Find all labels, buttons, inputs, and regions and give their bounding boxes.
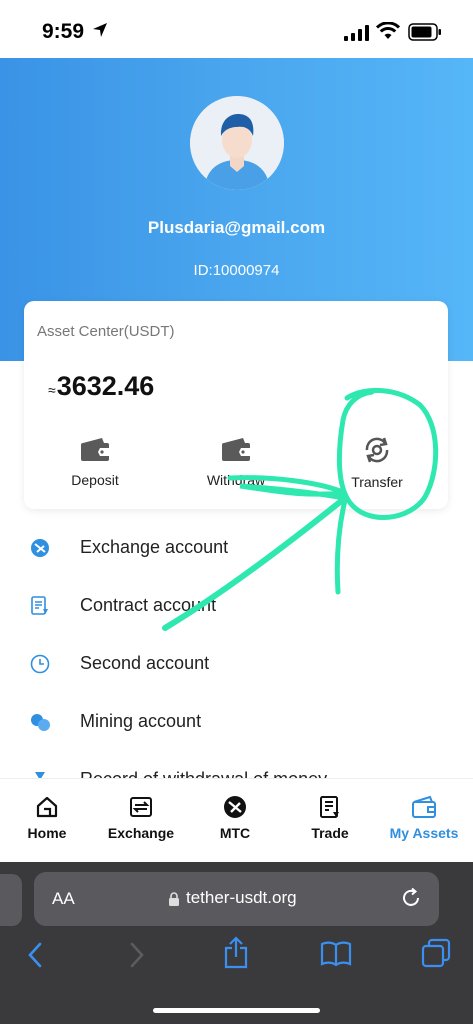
menu-item-exchange-account[interactable]: Exchange account: [0, 518, 473, 576]
wallet-icon: [222, 438, 250, 461]
tab-my-assets[interactable]: My Assets: [377, 795, 471, 843]
tab-label: My Assets: [389, 825, 459, 841]
address-bar[interactable]: AA tether-usdt.org: [34, 872, 439, 926]
forward-icon[interactable]: [128, 940, 146, 970]
mining-icon: [31, 714, 50, 731]
deposit-button[interactable]: Deposit: [40, 436, 150, 490]
bottom-tab-bar: Home Exchange MTC Trade My Assets: [0, 778, 473, 863]
exchange-account-icon: [31, 539, 49, 557]
tab-home[interactable]: Home: [0, 795, 94, 843]
trade-icon: [320, 796, 339, 818]
contract-account-icon: [31, 596, 48, 615]
status-time: 9:59: [42, 20, 85, 43]
tab-exchange[interactable]: Exchange: [94, 795, 188, 843]
menu-item-label: Mining account: [80, 711, 202, 731]
location-arrow-icon: [93, 23, 107, 37]
text-size-button[interactable]: AA: [52, 889, 75, 909]
transfer-button[interactable]: Transfer: [322, 436, 432, 492]
lock-icon: [169, 892, 179, 906]
home-icon: [36, 796, 58, 818]
menu-item-label: Exchange account: [80, 537, 229, 557]
balance-value: ≈3632.46: [48, 371, 155, 401]
menu-item-second-account[interactable]: Second account: [0, 634, 473, 692]
menu-item-label: Contract account: [80, 595, 217, 615]
tab-label: MTC: [219, 825, 251, 841]
menu-item-label: Second account: [80, 653, 210, 673]
exchange-icon: [130, 797, 152, 817]
transfer-icon: [365, 437, 389, 463]
avatar[interactable]: [190, 96, 284, 190]
cellular-signal-icon: [344, 25, 369, 41]
clock-icon: [30, 654, 50, 674]
wallet-icon: [412, 795, 436, 818]
user-email: Plusdaria@gmail.com: [147, 218, 326, 237]
tab-label: Trade: [311, 825, 349, 841]
user-avatar-icon: [190, 96, 284, 190]
withdraw-label: Withdraw: [206, 472, 266, 488]
menu-item-label: Record of withdrawal of money: [80, 769, 327, 778]
browser-toolbar: AA tether-usdt.org: [0, 862, 473, 1024]
tabs-icon[interactable]: [421, 938, 451, 968]
withdraw-button[interactable]: Withdraw: [181, 436, 291, 490]
menu-item-contract-account[interactable]: Contract account: [0, 576, 473, 634]
battery-icon: [408, 23, 441, 41]
share-icon[interactable]: [223, 936, 249, 970]
reload-icon[interactable]: [400, 887, 422, 909]
tab-label: Exchange: [107, 825, 175, 841]
deposit-label: Deposit: [71, 472, 119, 488]
hourglass-icon: [35, 772, 45, 778]
back-icon[interactable]: [26, 940, 44, 970]
menu-item-mining-account[interactable]: Mining account: [0, 692, 473, 750]
home-indicator: [153, 1008, 320, 1013]
mtc-icon: [224, 796, 246, 818]
wallet-icon: [81, 438, 109, 461]
status-bar: 9:59: [0, 0, 473, 60]
tab-mtc[interactable]: MTC: [188, 795, 282, 843]
tab-label: Home: [27, 825, 67, 841]
transfer-label: Transfer: [351, 474, 403, 490]
user-id: ID:10000974: [193, 262, 280, 279]
previous-tab-preview[interactable]: [0, 874, 22, 926]
tab-trade[interactable]: Trade: [283, 795, 377, 843]
bookmarks-icon[interactable]: [320, 940, 352, 968]
url-text[interactable]: tether-usdt.org: [186, 888, 297, 908]
wifi-icon: [376, 22, 400, 39]
asset-center-card: Asset Center(USDT) ≈3632.46 Deposit With…: [24, 301, 448, 509]
menu-item-withdrawal-record[interactable]: Record of withdrawal of money: [0, 750, 473, 778]
asset-center-title: Asset Center(USDT): [37, 323, 175, 340]
